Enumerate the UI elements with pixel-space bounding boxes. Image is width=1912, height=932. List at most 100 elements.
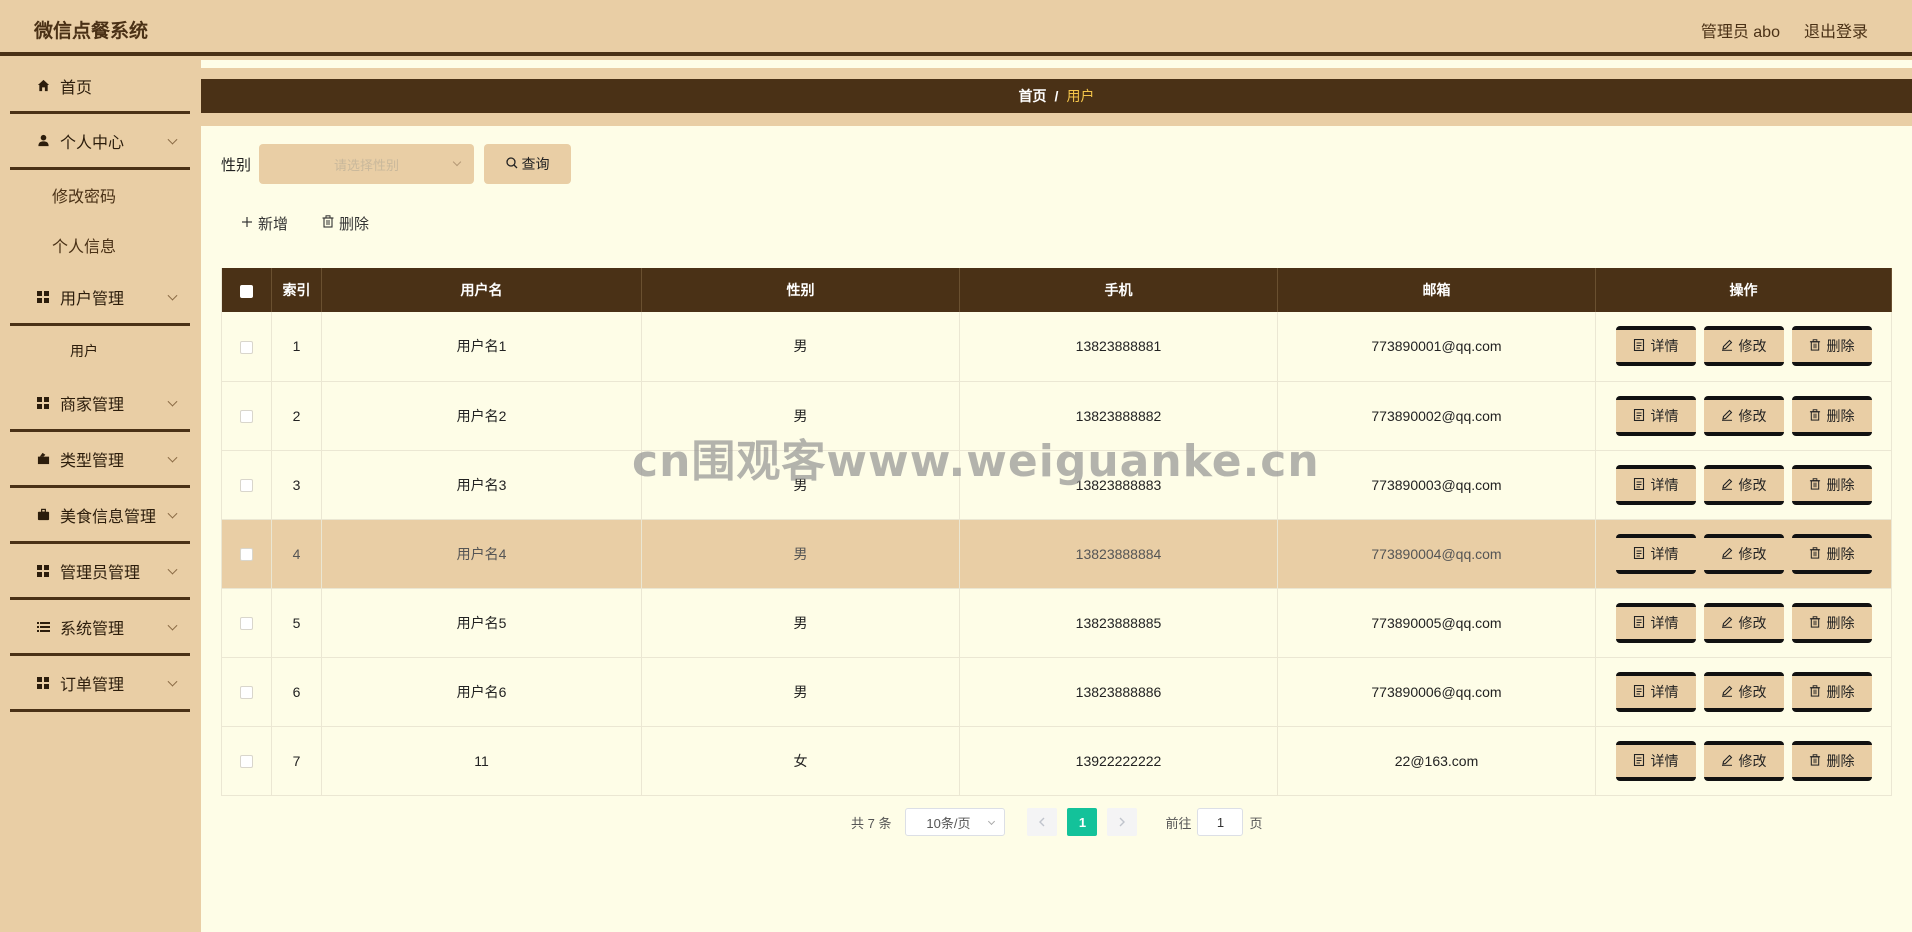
delete-button-label: 删除 bbox=[1826, 683, 1855, 700]
edit-button[interactable]: 修改 bbox=[1703, 740, 1784, 781]
search-form: 性别 请选择性别 查询 bbox=[221, 144, 572, 184]
cell-gender: 男 bbox=[641, 381, 960, 451]
goto-page-input[interactable]: 1 bbox=[1197, 808, 1244, 836]
detail-button[interactable]: 详情 bbox=[1615, 464, 1696, 505]
breadcrumb-current: 用户 bbox=[1066, 88, 1095, 104]
column-header-phone: 手机 bbox=[959, 268, 1278, 312]
edit-button[interactable]: 修改 bbox=[1703, 602, 1784, 643]
table-row[interactable]: 2 用户名2 男 13823888882 773890002@qq.com 详情 修改 删除 bbox=[221, 381, 1892, 451]
row-checkbox[interactable] bbox=[240, 617, 253, 631]
cell-email: 22@163.com bbox=[1277, 726, 1596, 796]
breadcrumb-home[interactable]: 首页 bbox=[1019, 86, 1047, 106]
user-icon bbox=[36, 134, 50, 148]
pagination: 共 7 条 10条/页 1 前往 1 页 bbox=[851, 808, 1263, 836]
column-header-email: 邮箱 bbox=[1277, 268, 1596, 312]
edit-button[interactable]: 修改 bbox=[1703, 464, 1784, 505]
add-button-label: 新增 bbox=[258, 216, 289, 233]
logout-link[interactable]: 退出登录 bbox=[1804, 18, 1868, 42]
delete-button-label: 删除 bbox=[1826, 338, 1855, 355]
gender-filter-label: 性别 bbox=[221, 156, 252, 174]
cell-username: 用户名6 bbox=[321, 657, 642, 727]
select-all-checkbox[interactable] bbox=[240, 284, 253, 298]
sidebar-item-home[interactable]: 首页 bbox=[10, 60, 190, 114]
delete-button[interactable]: 删除 bbox=[1791, 326, 1872, 367]
row-checkbox[interactable] bbox=[240, 341, 253, 355]
detail-button[interactable]: 详情 bbox=[1615, 533, 1696, 574]
delete-button[interactable]: 删除 bbox=[1791, 602, 1872, 643]
sidebar-item-system-management[interactable]: 系统管理 bbox=[10, 600, 190, 656]
sidebar-item-type-management[interactable]: 类型管理 bbox=[10, 432, 190, 488]
chevron-down-icon bbox=[167, 676, 178, 687]
detail-button[interactable]: 详情 bbox=[1615, 395, 1696, 436]
list-icon bbox=[36, 620, 50, 634]
sidebar-item-food-info-management[interactable]: 美食信息管理 bbox=[10, 488, 190, 544]
page-size-select[interactable]: 10条/页 bbox=[905, 808, 1006, 836]
cell-gender: 男 bbox=[641, 450, 960, 520]
delete-button[interactable]: 删除 bbox=[1791, 464, 1872, 505]
table-row[interactable]: 1 用户名1 男 13823888881 773890001@qq.com 详情 修改 删除 bbox=[221, 312, 1892, 382]
sidebar-item-order-management[interactable]: 订单管理 bbox=[10, 656, 190, 712]
table-row[interactable]: 7 11 女 13922222222 22@163.com 详情 修改 删除 bbox=[221, 726, 1892, 796]
batch-delete-button[interactable]: 删除 bbox=[322, 213, 369, 234]
sidebar-subitem-personal-info[interactable]: 个人信息 bbox=[10, 220, 190, 270]
detail-button-label: 详情 bbox=[1650, 545, 1679, 562]
sidebar-subitem-users[interactable]: 用户 bbox=[10, 326, 190, 376]
column-header-actions: 操作 bbox=[1595, 268, 1892, 312]
edit-button[interactable]: 修改 bbox=[1703, 671, 1784, 712]
prev-page-button[interactable] bbox=[1027, 808, 1058, 836]
sidebar-item-merchant-management[interactable]: 商家管理 bbox=[10, 376, 190, 432]
row-checkbox[interactable] bbox=[240, 755, 253, 769]
chevron-down-icon bbox=[167, 564, 178, 575]
detail-button-label: 详情 bbox=[1650, 476, 1679, 493]
delete-button[interactable]: 删除 bbox=[1791, 533, 1872, 574]
detail-button[interactable]: 详情 bbox=[1615, 740, 1696, 781]
row-checkbox[interactable] bbox=[240, 410, 253, 424]
row-select-cell bbox=[221, 381, 272, 451]
sidebar-subitem-change-password[interactable]: 修改密码 bbox=[10, 170, 190, 220]
row-checkbox[interactable] bbox=[240, 686, 253, 700]
table-header-row: 索引 用户名 性别 手机 邮箱 操作 bbox=[221, 268, 1892, 312]
detail-button-label: 详情 bbox=[1650, 683, 1679, 700]
edit-button[interactable]: 修改 bbox=[1703, 395, 1784, 436]
detail-button[interactable]: 详情 bbox=[1615, 671, 1696, 712]
tag-icon bbox=[36, 452, 50, 466]
page-number-current[interactable]: 1 bbox=[1067, 808, 1098, 836]
next-page-button[interactable] bbox=[1107, 808, 1138, 836]
document-icon bbox=[1633, 408, 1645, 424]
detail-button[interactable]: 详情 bbox=[1615, 602, 1696, 643]
chevron-left-icon bbox=[1039, 817, 1045, 827]
detail-button-label: 详情 bbox=[1650, 338, 1679, 355]
edit-button-label: 修改 bbox=[1738, 338, 1767, 355]
table-row[interactable]: 6 用户名6 男 13823888886 773890006@qq.com 详情 修改 删除 bbox=[221, 657, 1892, 727]
edit-button[interactable]: 修改 bbox=[1703, 533, 1784, 574]
table-row[interactable]: 5 用户名5 男 13823888885 773890005@qq.com 详情 修改 删除 bbox=[221, 588, 1892, 658]
row-checkbox[interactable] bbox=[240, 479, 253, 493]
column-header-gender: 性别 bbox=[641, 268, 960, 312]
cell-username: 用户名2 bbox=[321, 381, 642, 451]
row-checkbox[interactable] bbox=[240, 548, 253, 562]
cell-username: 用户名5 bbox=[321, 588, 642, 658]
cell-gender: 男 bbox=[641, 657, 960, 727]
add-button[interactable]: 新增 bbox=[241, 213, 288, 234]
sidebar-item-label: 系统管理 bbox=[60, 620, 125, 638]
query-button[interactable]: 查询 bbox=[484, 144, 572, 184]
delete-button[interactable]: 删除 bbox=[1791, 740, 1872, 781]
grid-icon bbox=[36, 290, 50, 304]
cell-gender: 女 bbox=[641, 726, 960, 796]
detail-button[interactable]: 详情 bbox=[1615, 326, 1696, 367]
delete-button[interactable]: 删除 bbox=[1791, 395, 1872, 436]
table-row[interactable]: 4 用户名4 男 13823888884 773890004@qq.com 详情 修改 删除 bbox=[221, 519, 1892, 589]
edit-button[interactable]: 修改 bbox=[1703, 326, 1784, 367]
sidebar-item-user-management[interactable]: 用户管理 bbox=[10, 270, 190, 326]
sidebar-item-personal-center[interactable]: 个人中心 bbox=[10, 114, 190, 170]
delete-button[interactable]: 删除 bbox=[1791, 671, 1872, 712]
sidebar-item-label: 美食信息管理 bbox=[60, 508, 157, 526]
sidebar-item-admin-management[interactable]: 管理员管理 bbox=[10, 544, 190, 600]
top-header: 微信点餐系统 管理员 abo 退出登录 bbox=[0, 0, 1912, 56]
table-row[interactable]: 3 用户名3 男 13823888883 773890003@qq.com 详情 修改 删除 bbox=[221, 450, 1892, 520]
trash-icon bbox=[1809, 753, 1821, 769]
trash-icon bbox=[1809, 338, 1821, 354]
gender-select[interactable]: 请选择性别 bbox=[259, 144, 475, 184]
pencil-icon bbox=[1721, 684, 1733, 700]
delete-button-label: 删除 bbox=[1826, 476, 1855, 493]
